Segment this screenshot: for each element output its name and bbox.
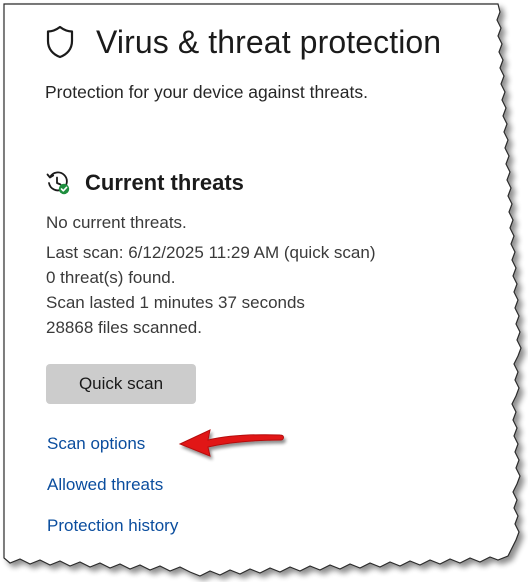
files-scanned-text: 28868 files scanned.	[46, 318, 202, 337]
virus-threat-protection-page: Virus & threat protection Protection for…	[0, 0, 528, 582]
page-header: Virus & threat protection	[46, 20, 441, 64]
quick-scan-button[interactable]: Quick scan	[46, 364, 196, 404]
red-arrow-icon	[178, 429, 284, 457]
threats-found-text: 0 threat(s) found.	[46, 268, 176, 287]
shield-icon	[46, 25, 74, 59]
allowed-threats-link[interactable]: Allowed threats	[47, 475, 163, 495]
current-threats-header: Current threats	[46, 168, 244, 198]
protection-history-link[interactable]: Protection history	[47, 516, 178, 536]
threat-status-text: No current threats.	[46, 213, 187, 232]
section-title-current-threats: Current threats	[85, 170, 244, 195]
clock-check-icon	[46, 171, 70, 195]
page-title: Virus & threat protection	[96, 23, 442, 60]
scan-options-link[interactable]: Scan options	[47, 434, 145, 454]
page-subtitle: Protection for your device against threa…	[45, 82, 368, 102]
last-scan-text: Last scan: 6/12/2025 11:29 AM (quick sca…	[46, 243, 376, 262]
scan-duration-text: Scan lasted 1 minutes 37 seconds	[46, 293, 305, 312]
